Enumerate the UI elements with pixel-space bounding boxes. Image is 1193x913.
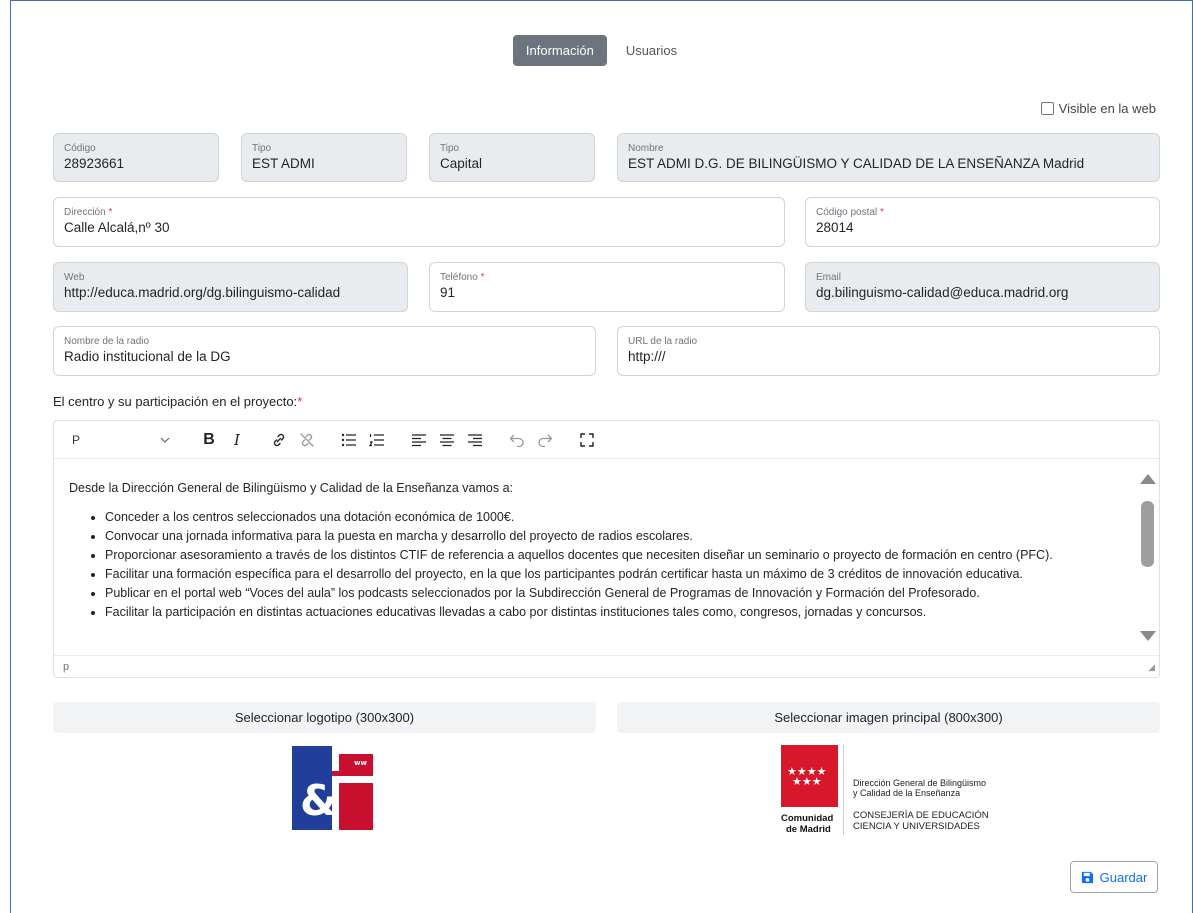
visible-web-toggle[interactable]: Visible en la web	[1040, 101, 1156, 116]
bullet-list-icon[interactable]	[338, 429, 360, 451]
tipo-localidad-label: Tipo	[440, 143, 460, 154]
align-right-icon[interactable]	[464, 429, 486, 451]
svg-text:ww: ww	[354, 759, 367, 767]
select-logo-button[interactable]: Seleccionar logotipo (300x300)	[53, 702, 596, 733]
list-item: Convocar una jornada informativa para la…	[105, 527, 1134, 546]
undo-icon[interactable]	[506, 429, 528, 451]
list-item: Publicar en el portal web “Voces del aul…	[105, 584, 1134, 603]
tipo-field[interactable]: Tipo EST ADMI	[241, 133, 407, 182]
telefono-value: 91	[440, 285, 456, 300]
tab-bar: Información Usuarios	[11, 35, 1192, 66]
redo-icon[interactable]	[534, 429, 556, 451]
format-select[interactable]: P	[64, 428, 178, 452]
nombre-radio-field[interactable]: Nombre de la radio Radio institucional d…	[53, 326, 596, 376]
url-radio-field[interactable]: URL de la radio http:///	[617, 326, 1160, 376]
telefono-label: Teléfono *	[440, 272, 485, 283]
nombre-label: Nombre	[628, 143, 664, 154]
editor-content[interactable]: Desde la Dirección General de Bilingüism…	[54, 463, 1134, 655]
fullscreen-icon[interactable]	[576, 429, 598, 451]
web-field[interactable]: Web http://educa.madrid.org/dg.bilinguis…	[53, 262, 408, 312]
brand-line-2: de Madrid	[786, 824, 831, 835]
align-left-icon[interactable]	[408, 429, 430, 451]
visible-web-checkbox[interactable]	[1040, 102, 1054, 115]
email-field[interactable]: Email dg.bilinguismo-calidad@educa.madri…	[805, 262, 1160, 312]
align-center-icon[interactable]	[436, 429, 458, 451]
logo-line-1: Dirección General de Bilingüismo	[853, 778, 986, 788]
scroll-down-icon[interactable]	[1140, 631, 1156, 641]
tipo-label: Tipo	[252, 143, 272, 154]
scroll-thumb[interactable]	[1141, 501, 1154, 567]
logo-line-3: CONSEJERÍA DE EDUCACIÓN	[853, 810, 989, 821]
nombre-value: EST ADMI D.G. DE BILINGÜISMO Y CALIDAD D…	[628, 156, 1085, 171]
main-image: ★★★★ ★★★ Comunidad de Madrid Dirección G…	[781, 745, 1021, 835]
codigo-postal-label: Código postal *	[816, 207, 884, 218]
direccion-field[interactable]: Dirección * Calle Alcalá,nº 30	[53, 197, 785, 247]
web-value: http://educa.madrid.org/dg.bilinguismo-c…	[64, 285, 341, 300]
save-icon	[1081, 871, 1093, 883]
editor-list: Conceder a los centros seleccionados una…	[69, 508, 1134, 622]
tipo-localidad-value: Capital	[440, 156, 483, 171]
unlink-icon[interactable]	[296, 429, 318, 451]
telefono-field[interactable]: Teléfono * 91	[429, 262, 785, 312]
tab-informacion[interactable]: Información	[512, 35, 607, 66]
codigo-field[interactable]: Código 28923661	[53, 133, 219, 182]
editor-statusbar: p ◢	[54, 655, 1159, 677]
codigo-value: 28923661	[64, 156, 125, 171]
numbered-list-icon[interactable]	[366, 429, 388, 451]
resize-handle-icon[interactable]: ◢	[1148, 662, 1155, 673]
codigo-postal-value: 28014	[816, 220, 854, 235]
bold-icon[interactable]: B	[198, 429, 220, 451]
email-value: dg.bilinguismo-calidad@educa.madrid.org	[816, 285, 1069, 300]
tipo-localidad-field[interactable]: Tipo Capital	[429, 133, 595, 182]
list-item: Proporcionar asesoramiento a través de l…	[105, 546, 1134, 565]
logo-line-4: CIENCIA Y UNIVERSIDADES	[853, 821, 980, 832]
save-button[interactable]: Guardar	[1070, 861, 1158, 893]
brand-line-1: Comunidad	[781, 813, 833, 824]
url-radio-label: URL de la radio	[628, 336, 698, 347]
editor-toolbar: P B I	[54, 421, 1159, 459]
scroll-up-icon[interactable]	[1140, 474, 1156, 484]
logo-line-2: y Calidad de la Enseñanza	[853, 788, 960, 798]
select-main-image-button[interactable]: Seleccionar imagen principal (800x300)	[617, 702, 1160, 733]
list-item: Facilitar la participación en distintas …	[105, 603, 1134, 622]
list-item: Facilitar una formación específica para …	[105, 565, 1134, 584]
rich-text-editor: P B I Desde la Dirección General de Bili…	[53, 420, 1160, 678]
codigo-postal-field[interactable]: Código postal * 28014	[805, 197, 1160, 247]
participacion-label: El centro y su participación en el proye…	[53, 394, 303, 409]
nombre-field[interactable]: Nombre EST ADMI D.G. DE BILINGÜISMO Y CA…	[617, 133, 1160, 182]
form-container: Información Usuarios Visible en la web C…	[10, 0, 1193, 913]
logo-image: ww &	[292, 746, 373, 830]
editor-scrollbar[interactable]	[1137, 463, 1159, 655]
svg-text:&: &	[300, 776, 337, 825]
direccion-value: Calle Alcalá,nº 30	[64, 220, 170, 235]
direccion-label: Dirección *	[64, 207, 113, 218]
svg-text:★★★: ★★★	[792, 775, 822, 788]
email-label: Email	[816, 272, 842, 283]
list-item: Conceder a los centros seleccionados una…	[105, 508, 1134, 527]
codigo-label: Código	[64, 143, 96, 154]
link-icon[interactable]	[268, 429, 290, 451]
editor-intro: Desde la Dirección General de Bilingüism…	[69, 481, 513, 495]
italic-icon[interactable]: I	[226, 429, 248, 451]
nombre-radio-label: Nombre de la radio	[64, 336, 150, 347]
nombre-radio-value: Radio institucional de la DG	[64, 349, 231, 364]
chevron-down-icon	[160, 437, 170, 443]
tab-usuarios[interactable]: Usuarios	[613, 35, 690, 66]
url-radio-value: http:///	[628, 349, 666, 364]
tipo-value: EST ADMI	[252, 156, 315, 171]
format-select-value: P	[72, 432, 81, 447]
element-path: p	[63, 661, 70, 673]
save-label: Guardar	[1099, 869, 1148, 885]
web-label: Web	[64, 272, 85, 283]
visible-web-label: Visible en la web	[1058, 101, 1156, 116]
